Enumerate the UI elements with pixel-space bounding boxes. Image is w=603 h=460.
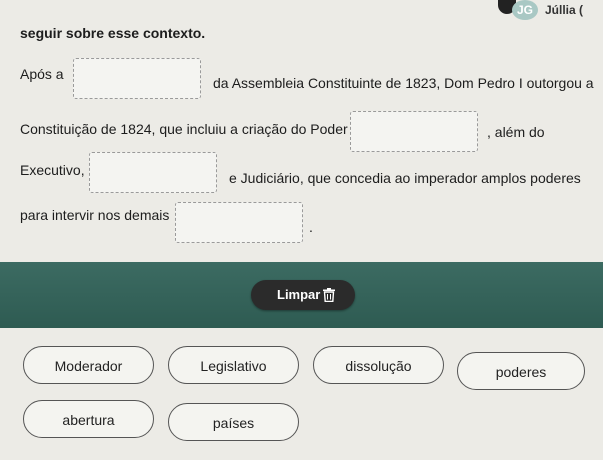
blank-3[interactable] [89,152,217,193]
sentence-part-3a: Executivo, [20,162,85,178]
option-poderes[interactable]: poderes [457,352,585,390]
option-dissolucao[interactable]: dissolução [313,346,444,384]
blank-1[interactable] [73,58,201,99]
trash-icon [323,288,335,302]
sentence-part-1a: Após a [20,66,64,82]
clear-button[interactable]: Limpar [251,280,355,310]
sentence-part-2a: Constituição de 1824, que incluiu a cria… [20,121,348,137]
instructions-text: seguir sobre esse contexto. [20,25,206,41]
sentence-part-2b: , além do [487,124,545,140]
avatar[interactable]: JG [512,0,538,20]
sentence-part-3b: e Judiciário, que concedia ao imperador … [229,170,581,186]
top-bar: JG Júllia ( [0,0,603,22]
blank-4[interactable] [175,202,303,243]
sentence-part-4a: para intervir nos demais [20,207,170,223]
blank-2[interactable] [350,111,478,152]
user-name: Júllia ( [545,3,584,17]
sentence-part-4b: . [309,219,313,235]
option-paises[interactable]: países [168,403,299,441]
clear-button-label: Limpar [277,287,321,302]
option-legislativo[interactable]: Legislativo [168,346,299,384]
sentence-part-1b: da Assembleia Constituinte de 1823, Dom … [213,75,594,91]
option-moderador[interactable]: Moderador [23,346,154,384]
option-abertura[interactable]: abertura [23,400,154,438]
